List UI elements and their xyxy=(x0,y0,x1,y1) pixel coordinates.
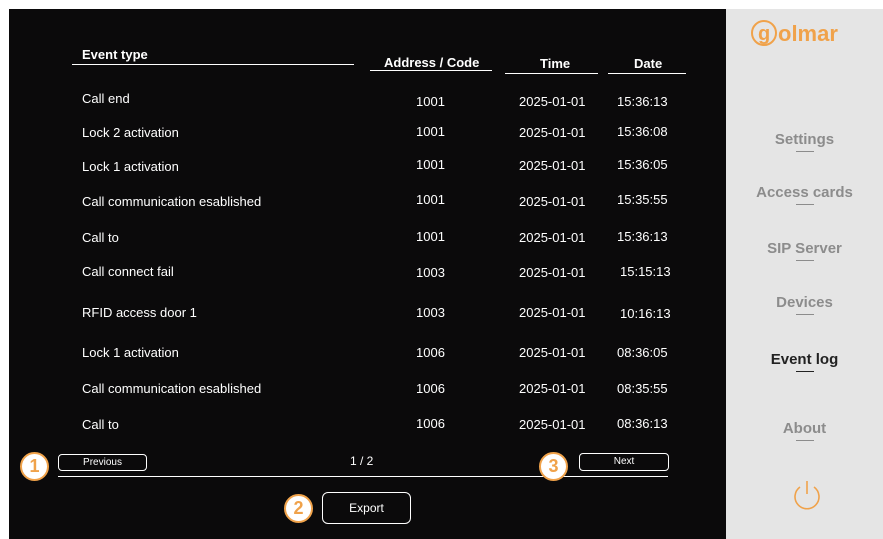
header-underline xyxy=(608,73,686,74)
time-cell: 15:36:13 xyxy=(617,94,668,109)
header-underline xyxy=(370,70,492,71)
header-underline xyxy=(505,73,598,74)
svg-text:olmar: olmar xyxy=(778,21,838,46)
next-button[interactable]: Next xyxy=(579,453,669,471)
pagination-divider xyxy=(58,476,668,477)
time-cell: 08:36:13 xyxy=(617,416,668,431)
golmar-logo-graphic: g olmar xyxy=(751,20,838,46)
sidebar-item-label: About xyxy=(782,420,827,437)
sidebar-item-devices[interactable]: Devices xyxy=(726,294,883,315)
time-cell: 15:36:05 xyxy=(617,157,668,172)
date-cell: 2025-01-01 xyxy=(519,265,586,280)
power-icon[interactable] xyxy=(790,478,824,512)
code-cell: 1003 xyxy=(416,305,445,320)
code-cell: 1001 xyxy=(416,229,445,244)
code-cell: 1001 xyxy=(416,157,445,172)
date-cell: 2025-01-01 xyxy=(519,345,586,360)
time-cell: 10:16:13 xyxy=(620,306,671,321)
header-underline xyxy=(72,64,354,65)
menu-underline xyxy=(795,260,814,261)
time-cell: 15:36:13 xyxy=(617,229,668,244)
sidebar-item-label: Event log xyxy=(770,351,839,368)
sidebar-item-settings[interactable]: Settings xyxy=(726,131,883,152)
callout-badge: 3 xyxy=(539,452,568,481)
date-cell: 2025-01-01 xyxy=(519,94,586,109)
code-cell: 1006 xyxy=(416,381,445,396)
event-cell: RFID access door 1 xyxy=(82,305,197,320)
sidebar-item-sip-server[interactable]: SIP Server xyxy=(726,240,883,261)
sidebar xyxy=(726,9,883,539)
date-cell: 2025-01-01 xyxy=(519,381,586,396)
menu-underline xyxy=(795,371,814,372)
code-cell: 1001 xyxy=(416,124,445,139)
menu-underline xyxy=(795,151,814,152)
time-cell: 08:36:05 xyxy=(617,345,668,360)
menu-underline xyxy=(795,204,814,205)
event-cell: Call communication esablished xyxy=(82,194,262,209)
golmar-logo: g olmar xyxy=(751,18,861,50)
code-cell: 1001 xyxy=(416,192,445,207)
svg-text:g: g xyxy=(758,23,770,45)
power-icon-graphic xyxy=(794,481,820,510)
sidebar-item-label: Access cards xyxy=(756,184,853,201)
date-cell: 2025-01-01 xyxy=(519,194,586,209)
event-cell: Lock 1 activation xyxy=(82,345,179,360)
time-cell: 15:15:13 xyxy=(620,264,671,279)
sidebar-item-about[interactable]: About xyxy=(726,420,883,441)
page-indicator: 1 / 2 xyxy=(350,454,374,468)
code-cell: 1006 xyxy=(416,416,445,431)
date-cell: 2025-01-01 xyxy=(519,305,586,320)
sidebar-item-event-log[interactable]: Event log xyxy=(726,351,883,372)
menu-underline xyxy=(795,314,814,315)
code-cell: 1003 xyxy=(416,265,445,280)
header-event-type: Event type xyxy=(82,47,148,62)
header-date: Date xyxy=(634,56,663,71)
sidebar-item-label: Devices xyxy=(776,294,833,311)
sidebar-item-label: SIP Server xyxy=(767,240,842,257)
event-cell: Call communication esablished xyxy=(82,381,262,396)
date-cell: 2025-01-01 xyxy=(519,417,586,432)
time-cell: 08:35:55 xyxy=(617,381,668,396)
code-cell: 1001 xyxy=(416,94,445,109)
previous-button[interactable]: Previous xyxy=(58,454,147,471)
event-cell: Lock 2 activation xyxy=(82,125,179,140)
date-cell: 2025-01-01 xyxy=(519,158,586,173)
export-button[interactable]: Export xyxy=(322,492,411,524)
menu-underline xyxy=(795,440,814,441)
event-cell: Call to xyxy=(82,417,119,432)
event-cell: Call connect fail xyxy=(82,264,174,279)
event-cell: Call end xyxy=(82,91,130,106)
event-cell: Call to xyxy=(82,230,119,245)
callout-badge: 1 xyxy=(20,452,49,481)
sidebar-item-label: Settings xyxy=(774,131,835,148)
code-cell: 1006 xyxy=(416,345,445,360)
callout-badge: 2 xyxy=(284,494,313,523)
sidebar-item-access-cards[interactable]: Access cards xyxy=(726,184,883,205)
date-cell: 2025-01-01 xyxy=(519,230,586,245)
date-cell: 2025-01-01 xyxy=(519,125,586,140)
header-time: Time xyxy=(540,56,571,71)
header-address: Address / Code xyxy=(384,55,480,70)
time-cell: 15:35:55 xyxy=(617,192,668,207)
event-cell: Lock 1 activation xyxy=(82,159,179,174)
time-cell: 15:36:08 xyxy=(617,124,668,139)
